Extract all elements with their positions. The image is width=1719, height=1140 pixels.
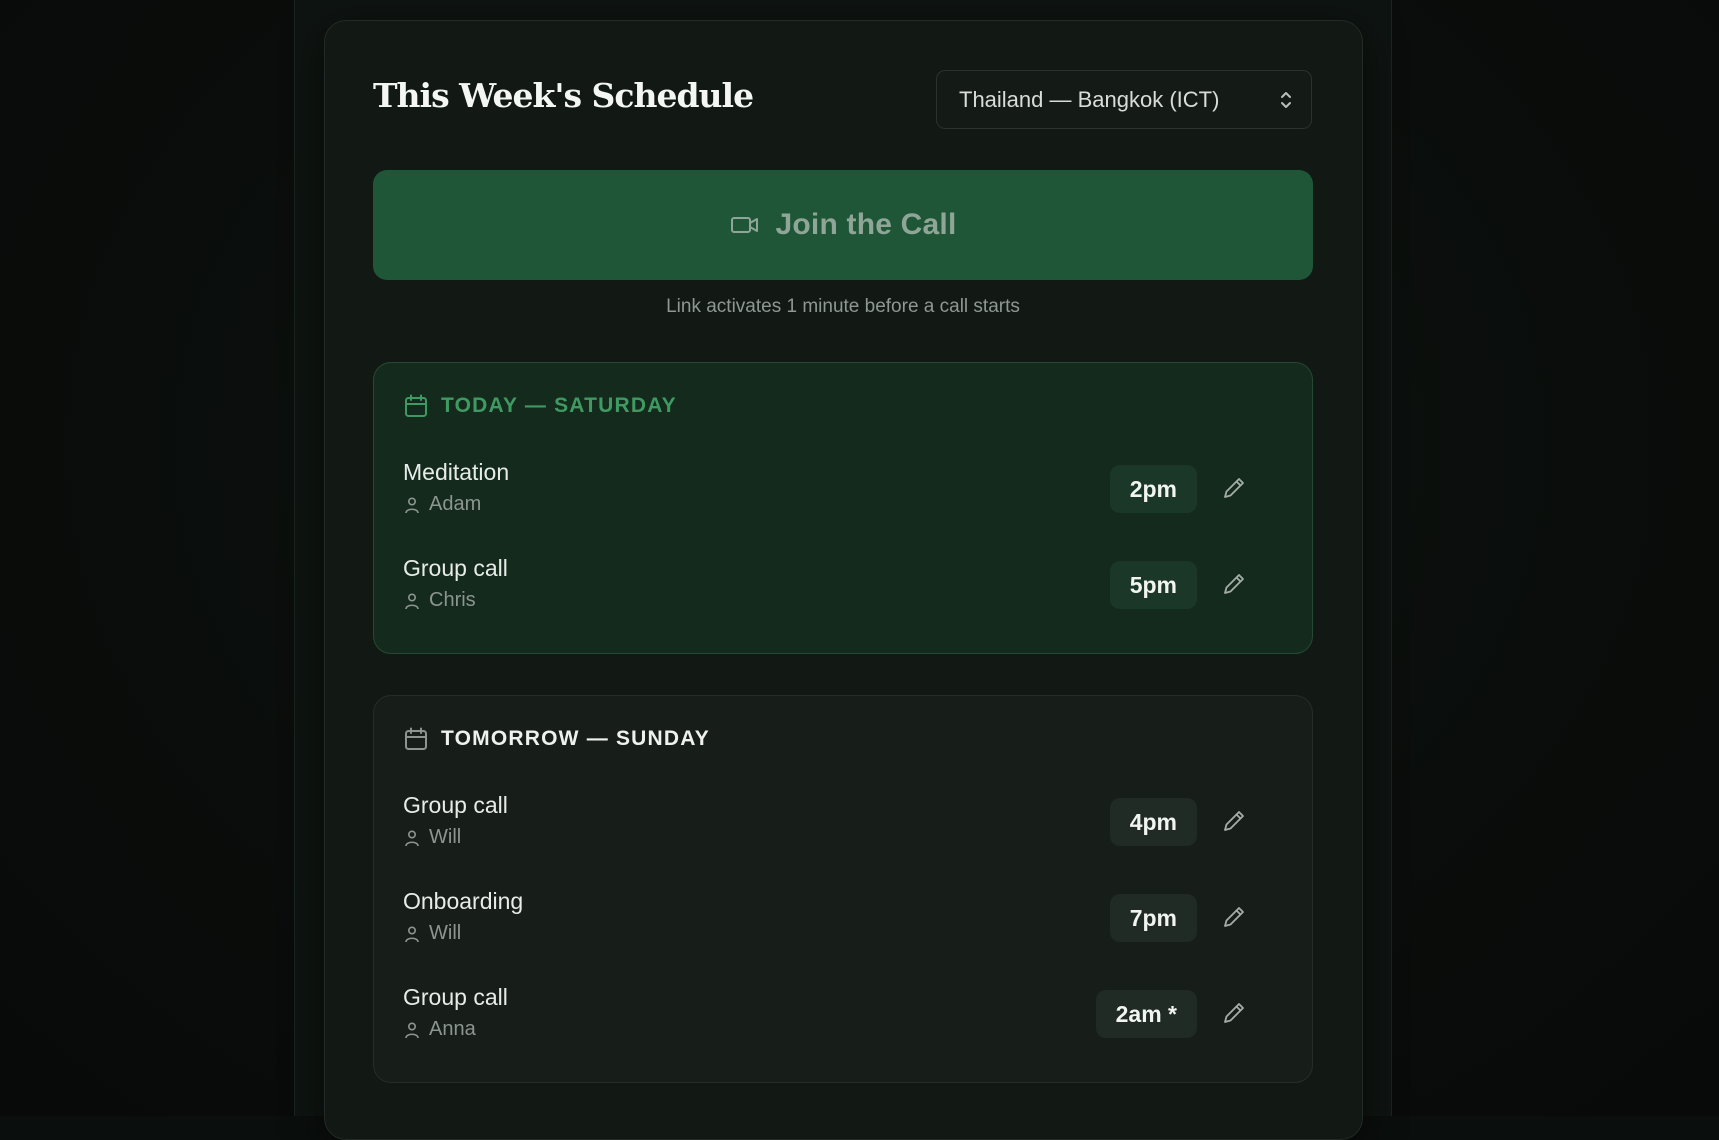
event-host-name: Anna xyxy=(429,1018,476,1040)
person-icon xyxy=(405,496,419,513)
event-time-badge: 2am * xyxy=(1095,990,1197,1038)
event-name: Group call xyxy=(403,792,508,818)
day-heading: TODAY — SATURDAY xyxy=(403,393,677,419)
event-time-badge: 4pm xyxy=(1109,798,1197,846)
calendar-icon xyxy=(405,727,427,750)
event-host: Chris xyxy=(403,589,476,612)
event-host-name: Chris xyxy=(429,589,476,611)
chevron-updown-icon xyxy=(1281,92,1291,108)
event-row: Group call Will 4pm xyxy=(403,792,1283,862)
event-host: Will xyxy=(403,826,461,849)
join-call-button[interactable]: Join the Call xyxy=(373,170,1313,280)
event-row: Group call Chris 5pm xyxy=(403,555,1283,625)
person-icon xyxy=(405,925,419,942)
event-time-badge: 7pm xyxy=(1109,894,1197,942)
event-time-badge: 2pm xyxy=(1109,465,1197,513)
event-host-name: Will xyxy=(429,826,462,848)
event-name: Group call xyxy=(403,984,508,1010)
timezone-select[interactable]: Thailand — Bangkok (ICT) xyxy=(936,70,1312,129)
join-call-label: Join the Call xyxy=(775,208,957,241)
event-host: Will xyxy=(403,922,461,945)
calendar-icon xyxy=(405,394,427,417)
event-host: Anna xyxy=(403,1018,476,1041)
person-icon xyxy=(405,1021,419,1038)
day-card-tomorrow: TOMORROW — SUNDAY Group call Will 4pm On… xyxy=(373,695,1313,1083)
edit-pencil-icon[interactable] xyxy=(1221,571,1247,597)
person-icon xyxy=(405,592,419,609)
event-time-badge: 5pm xyxy=(1109,561,1197,609)
timezone-select-value: Thailand — Bangkok (ICT) xyxy=(959,86,1220,112)
event-row: Group call Anna 2am * xyxy=(403,984,1283,1054)
join-hint: Link activates 1 minute before a call st… xyxy=(666,296,1020,317)
event-row: Onboarding Will 7pm xyxy=(403,888,1283,958)
event-name: Meditation xyxy=(403,459,510,485)
event-host-name: Will xyxy=(429,922,462,944)
day-heading-label: TODAY — SATURDAY xyxy=(441,394,677,417)
person-icon xyxy=(405,829,419,846)
event-name: Group call xyxy=(403,555,508,581)
page-title: This Week's Schedule xyxy=(373,76,754,115)
edit-pencil-icon[interactable] xyxy=(1221,808,1247,834)
event-host-name: Adam xyxy=(429,493,482,515)
day-card-today: TODAY — SATURDAY Meditation Adam 2pm Gro… xyxy=(373,362,1313,654)
edit-pencil-icon[interactable] xyxy=(1221,475,1247,501)
day-heading-label: TOMORROW — SUNDAY xyxy=(441,727,710,750)
day-heading: TOMORROW — SUNDAY xyxy=(403,726,710,752)
event-host: Adam xyxy=(403,493,481,516)
edit-pencil-icon[interactable] xyxy=(1221,1000,1247,1026)
event-name: Onboarding xyxy=(403,888,524,914)
edit-pencil-icon[interactable] xyxy=(1221,904,1247,930)
video-camera-icon xyxy=(730,217,758,233)
event-row: Meditation Adam 2pm xyxy=(403,459,1283,529)
